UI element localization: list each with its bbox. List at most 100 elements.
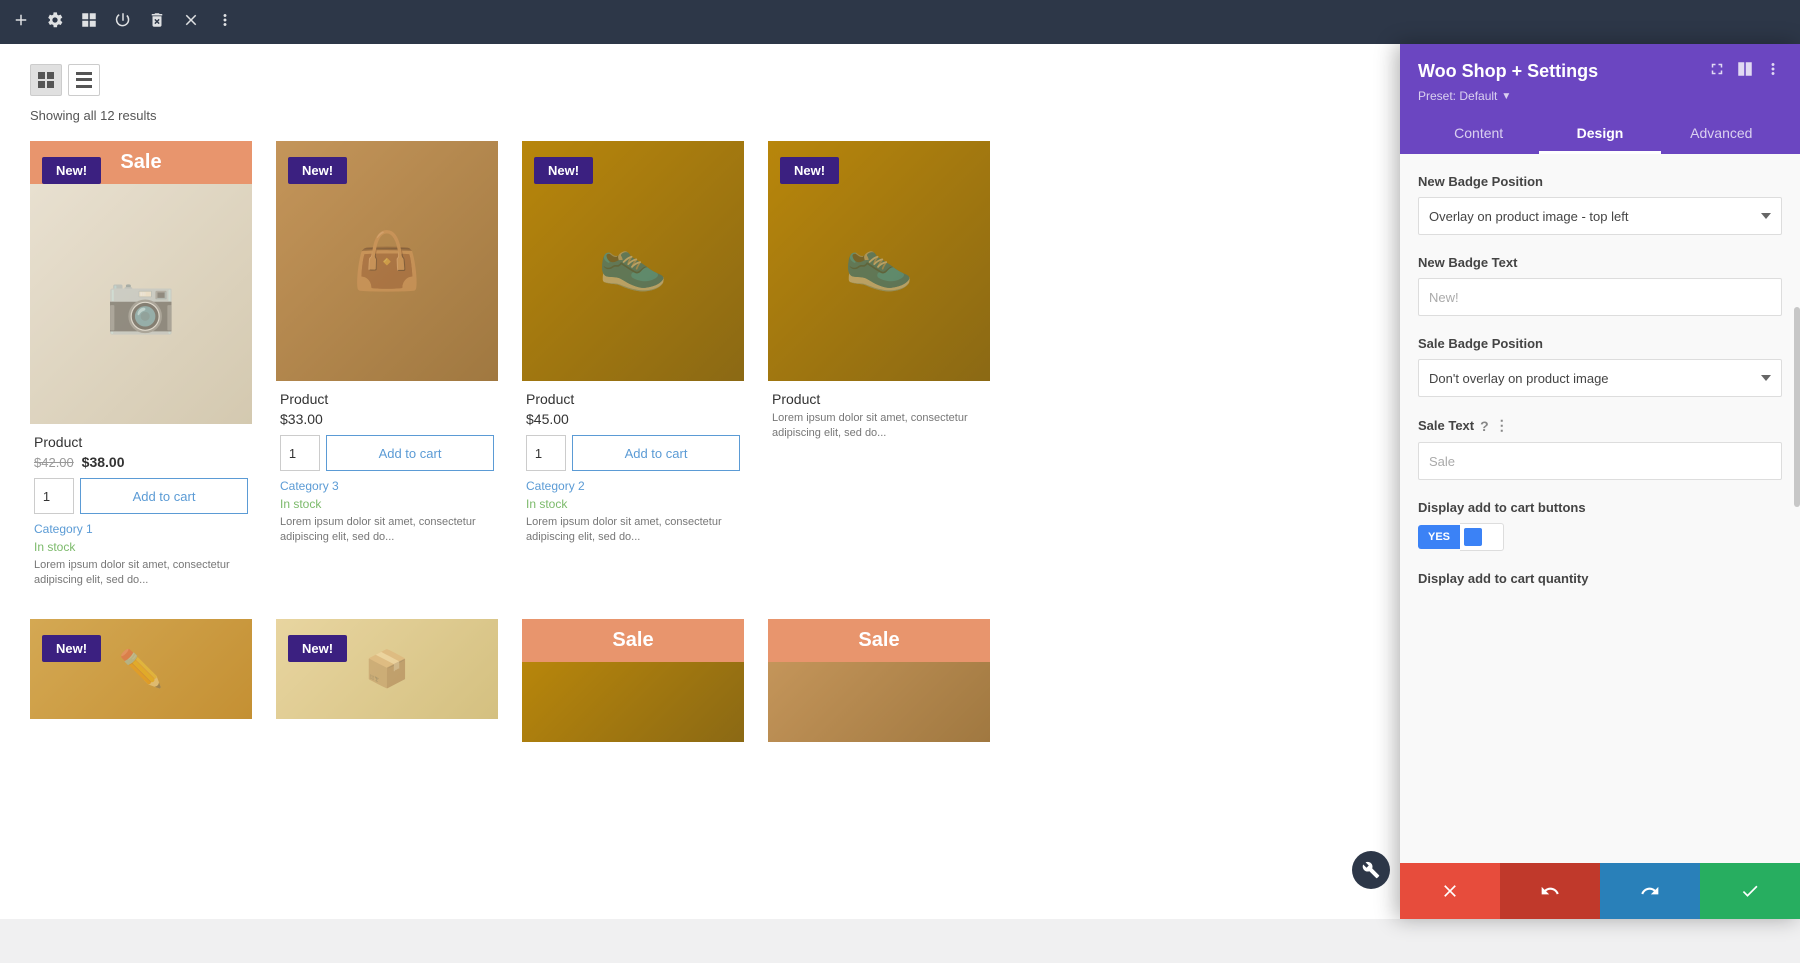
panel-preset[interactable]: Preset: Default ▼ [1418, 89, 1782, 103]
panel-body: New Badge Position Overlay on product im… [1400, 154, 1800, 919]
cancel-button[interactable] [1400, 863, 1500, 919]
product-card-bottom-2: 📦 New! [276, 619, 498, 742]
help-icon[interactable]: ? [1480, 418, 1489, 434]
product-info: Product $45.00 Add to cart Category 2 In… [522, 381, 744, 552]
sale-banner-bottom: Sale [522, 619, 744, 662]
new-badge-text-input[interactable] [1418, 278, 1782, 316]
display-add-to-cart-label: Display add to cart buttons [1418, 500, 1782, 515]
sale-text-group: Sale Text ? ⋮ [1418, 417, 1782, 480]
product-title: Product [526, 391, 740, 407]
tab-advanced[interactable]: Advanced [1661, 115, 1782, 154]
display-add-to-cart-toggle-row: YES [1418, 523, 1782, 551]
product-image-bottom-3 [522, 662, 744, 742]
product-grid: Sale 📷 New! Product $42.00 $38.00 Add to… [30, 141, 990, 595]
product-image-wrap: 👟 New! [768, 141, 990, 381]
sale-badge-position-group: Sale Badge Position Don't overlay on pro… [1418, 336, 1782, 397]
product-stock: In stock [280, 497, 494, 511]
new-badge: New! [534, 157, 593, 184]
tab-content[interactable]: Content [1418, 115, 1539, 154]
product-card-bottom-3: Sale [522, 619, 744, 742]
fullscreen-icon[interactable] [1708, 60, 1726, 83]
product-card-bottom-4: Sale [768, 619, 990, 742]
panel-title: Woo Shop + Settings [1418, 61, 1598, 82]
redo-button[interactable] [1600, 863, 1700, 919]
sale-badge-position-select[interactable]: Don't overlay on product image Overlay o… [1418, 359, 1782, 397]
new-badge-bottom: New! [42, 635, 101, 662]
add-to-cart-button[interactable]: Add to cart [326, 435, 494, 471]
product-category[interactable]: Category 1 [34, 522, 248, 536]
product-price: $42.00 $38.00 [34, 454, 248, 470]
sale-text-more-icon[interactable]: ⋮ [1495, 417, 1509, 434]
floating-help-button[interactable] [1352, 851, 1390, 889]
quantity-input[interactable] [280, 435, 320, 471]
product-desc: Lorem ipsum dolor sit amet, consectetur … [772, 411, 986, 442]
product-title: Product [772, 391, 986, 407]
new-badge: New! [780, 157, 839, 184]
product-image-wrap-bottom-4: Sale [768, 619, 990, 742]
price-regular: $33.00 [280, 411, 323, 427]
product-image: 📷 [30, 184, 252, 424]
product-info: Product Lorem ipsum dolor sit amet, cons… [768, 381, 990, 448]
product-category[interactable]: Category 3 [280, 479, 494, 493]
camera-icon: 📷 [106, 271, 176, 337]
product-price: $33.00 [280, 411, 494, 427]
product-card: Sale 📷 New! Product $42.00 $38.00 Add to… [30, 141, 252, 595]
layout-icon[interactable] [80, 11, 98, 34]
product-card: 👟 New! Product Lorem ipsum dolor sit ame… [768, 141, 990, 595]
scroll-indicator [1794, 307, 1800, 507]
power-icon[interactable] [114, 11, 132, 34]
new-badge-text-label: New Badge Text [1418, 255, 1782, 270]
pencil-icon: ✏️ [119, 648, 164, 690]
bag-icon: 👜 [352, 228, 422, 294]
trash-icon[interactable] [148, 11, 166, 34]
product-desc: Lorem ipsum dolor sit amet, consectetur … [280, 515, 494, 546]
tab-design[interactable]: Design [1539, 115, 1660, 154]
sale-text-label-text: Sale Text [1418, 418, 1474, 433]
add-to-cart-row: Add to cart [34, 478, 248, 514]
product-title: Product [280, 391, 494, 407]
add-to-cart-button[interactable]: Add to cart [572, 435, 740, 471]
product-image-wrap-bottom-3: Sale [522, 619, 744, 742]
new-badge-position-label: New Badge Position [1418, 174, 1782, 189]
redo-icon [1640, 881, 1660, 901]
preset-label: Preset: Default [1418, 89, 1497, 103]
panel-more-icon[interactable] [1764, 60, 1782, 83]
product-image-wrap: 👜 New! [276, 141, 498, 381]
toggle-yes-button[interactable]: YES [1418, 525, 1460, 549]
confirm-icon [1740, 881, 1760, 901]
product-stock: In stock [526, 497, 740, 511]
product-info: Product $33.00 Add to cart Category 3 In… [276, 381, 498, 552]
sale-text-input[interactable] [1418, 442, 1782, 480]
close-icon[interactable] [182, 11, 200, 34]
new-badge: New! [42, 157, 101, 184]
new-badge-position-group: New Badge Position Overlay on product im… [1418, 174, 1782, 235]
box-icon: 📦 [365, 648, 410, 690]
new-badge-position-select[interactable]: Overlay on product image - top left Over… [1418, 197, 1782, 235]
quantity-input[interactable] [34, 478, 74, 514]
toggle-box[interactable] [1460, 523, 1504, 551]
undo-button[interactable] [1500, 863, 1600, 919]
plus-icon[interactable] [12, 11, 30, 34]
product-image-wrap-bottom-2: 📦 New! [276, 619, 498, 719]
sale-text-label: Sale Text ? ⋮ [1418, 417, 1782, 434]
list-view-button[interactable] [68, 64, 100, 96]
cancel-icon [1440, 881, 1460, 901]
add-to-cart-row: Add to cart [280, 435, 494, 471]
panel-actions [1400, 863, 1800, 919]
gear-icon[interactable] [46, 11, 64, 34]
product-grid-bottom: ✏️ New! 📦 New! Sale Sale [30, 619, 990, 742]
quantity-input[interactable] [526, 435, 566, 471]
add-to-cart-button[interactable]: Add to cart [80, 478, 248, 514]
product-category[interactable]: Category 2 [526, 479, 740, 493]
shoe-icon: 👟 [598, 228, 668, 294]
panel-title-row: Woo Shop + Settings [1418, 60, 1782, 83]
add-to-cart-row: Add to cart [526, 435, 740, 471]
more-icon[interactable] [216, 11, 234, 34]
product-price: $45.00 [526, 411, 740, 427]
grid-view-button[interactable] [30, 64, 62, 96]
split-view-icon[interactable] [1736, 60, 1754, 83]
confirm-button[interactable] [1700, 863, 1800, 919]
product-image-wrap: 👟 New! [522, 141, 744, 381]
product-card: 👜 New! Product $33.00 Add to cart Catego… [276, 141, 498, 595]
product-desc: Lorem ipsum dolor sit amet, consectetur … [526, 515, 740, 546]
